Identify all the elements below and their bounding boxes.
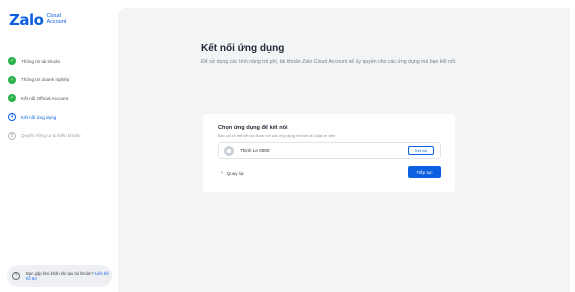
logo-brand: Zalo bbox=[9, 11, 44, 29]
help-text: Bạn gặp khó khăn khi tạo tài khoản? Liên… bbox=[26, 271, 112, 281]
step-business-info[interactable]: ✓ Thông tin doanh nghiệp bbox=[8, 71, 116, 90]
sidebar: Zalo Cloud Account ✓ Thông tin tài khoản… bbox=[0, 0, 118, 292]
card-title: Chọn ứng dụng để kết nối bbox=[218, 125, 288, 131]
step-connect-app[interactable]: 4 Kết nối ứng dụng bbox=[8, 108, 116, 127]
step-label: Thông tin doanh nghiệp bbox=[21, 77, 70, 83]
card-subtitle: Bạn chỉ có thể kết nối được với các ứng … bbox=[218, 134, 336, 138]
step-label: Kết nối ứng dụng bbox=[21, 114, 57, 120]
step-label: Thông tin tài khoản bbox=[21, 58, 61, 64]
back-button[interactable]: ‹ Quay lại bbox=[221, 170, 244, 176]
page-description: Để sử dụng các tính năng trả phí, tài kh… bbox=[201, 59, 457, 65]
page-title: Kết nối ứng dụng bbox=[201, 43, 285, 54]
step-connect-oa[interactable]: ✓ Kết nối Official Account bbox=[8, 89, 116, 108]
connect-button[interactable]: Kết nối bbox=[408, 146, 434, 155]
main-panel: Kết nối ứng dụng Để sử dụng các tính năn… bbox=[118, 8, 570, 292]
step-number-badge: 4 bbox=[8, 113, 16, 122]
app-name: Thịnh Le 0000 bbox=[240, 148, 270, 153]
back-label: Quay lại bbox=[226, 170, 244, 176]
logo-sub-line2: Account bbox=[46, 19, 67, 25]
step-privacy-terms[interactable]: 5 Quyền riêng tư & Điều khoản bbox=[8, 126, 116, 145]
step-account-info[interactable]: ✓ Thông tin tài khoản bbox=[8, 52, 116, 71]
step-label: Quyền riêng tư & Điều khoản bbox=[21, 133, 81, 139]
app-avatar-icon bbox=[224, 145, 234, 156]
help-box: ? Bạn gặp khó khăn khi tạo tài khoản? Li… bbox=[7, 265, 112, 287]
setup-steps: ✓ Thông tin tài khoản ✓ Thông tin doanh … bbox=[8, 52, 116, 145]
check-icon: ✓ bbox=[8, 94, 16, 103]
step-label: Kết nối Official Account bbox=[21, 95, 69, 101]
check-icon: ✓ bbox=[8, 57, 16, 66]
step-number-badge: 5 bbox=[8, 131, 16, 140]
logo-subtitle: Cloud Account bbox=[46, 13, 66, 25]
chevron-left-icon: ‹ bbox=[221, 170, 223, 176]
check-icon: ✓ bbox=[8, 75, 16, 84]
connect-app-card: Chọn ứng dụng để kết nối Bạn chỉ có thể … bbox=[203, 114, 455, 192]
app-root: Zalo Cloud Account ✓ Thông tin tài khoản… bbox=[0, 0, 575, 292]
help-icon: ? bbox=[12, 272, 20, 280]
continue-button[interactable]: Tiếp tục bbox=[408, 166, 441, 178]
app-list-item: Thịnh Le 0000 Kết nối bbox=[218, 142, 441, 159]
zalo-cloud-account-logo: Zalo Cloud Account bbox=[9, 12, 66, 28]
